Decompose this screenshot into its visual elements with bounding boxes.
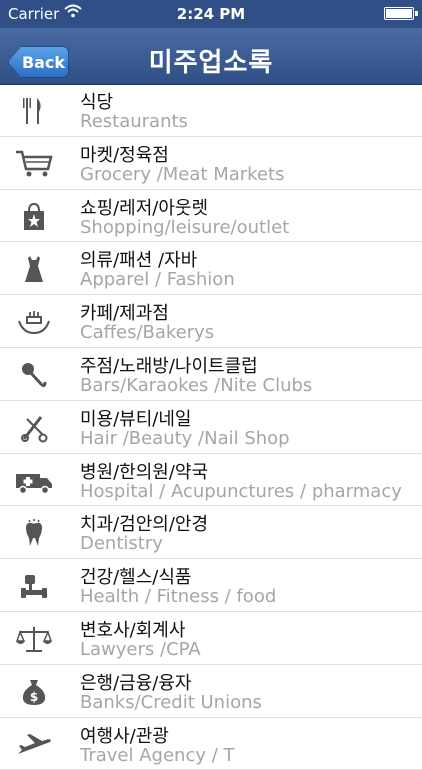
- tooth-icon: [14, 516, 54, 550]
- page-title: 미주업소록: [148, 48, 274, 78]
- list-item-grocery[interactable]: 마켓/정육점 Grocery /Meat Markets: [0, 137, 422, 190]
- list-item-beauty[interactable]: 미용/뷰티/네일 Hair /Beauty /Nail Shop: [0, 401, 422, 454]
- category-subtitle: Banks/Credit Unions: [80, 691, 262, 713]
- navigation-bar: Back 미주업소록: [0, 28, 422, 85]
- cake-hands-icon: [14, 305, 54, 339]
- battery-icon: [384, 7, 418, 20]
- list-item-travel[interactable]: 여행사/관광 Travel Agency / T: [0, 718, 422, 770]
- svg-text:$: $: [30, 690, 38, 704]
- category-subtitle: Travel Agency / T: [80, 744, 235, 766]
- category-subtitle: Dentistry: [80, 533, 163, 555]
- list-item-cafe[interactable]: 카페/제과점 Caffes/Bakerys: [0, 295, 422, 348]
- category-subtitle: Restaurants: [80, 111, 188, 132]
- dress-icon: [14, 252, 54, 286]
- list-item-bars[interactable]: 주점/노래방/나이트클럽 Bars/Karaokes /Nite Clubs: [0, 348, 422, 401]
- list-item-hospital[interactable]: 병원/한의원/약국 Hospital / Acupunctures / phar…: [0, 454, 422, 507]
- category-subtitle: Health / Fitness / food: [80, 586, 277, 608]
- list-item-dentistry[interactable]: 치과/검안의/안경 Dentistry: [0, 506, 422, 560]
- category-subtitle: Grocery /Meat Markets: [80, 163, 285, 185]
- shopping-bag-icon: [14, 200, 54, 234]
- dumbbell-icon: [14, 569, 54, 603]
- shopping-cart-icon: [14, 147, 54, 181]
- category-subtitle: Lawyers /CPA: [80, 638, 201, 660]
- category-subtitle: Hair /Beauty /Nail Shop: [80, 427, 290, 449]
- list-item-restaurants[interactable]: 식당 Restaurants: [0, 84, 422, 137]
- scales-icon: [14, 622, 54, 656]
- category-subtitle: Hospital / Acupunctures / pharmacy: [80, 480, 402, 502]
- list-item-banks[interactable]: $ 은행/금융/융자 Banks/Credit Unions: [0, 665, 422, 718]
- fork-knife-icon: [14, 94, 54, 128]
- category-subtitle: Shopping/leisure/outlet: [80, 216, 290, 238]
- microphone-icon: [14, 358, 54, 392]
- airplane-icon: [14, 728, 54, 762]
- list-item-apparel[interactable]: 의류/패션 /자바 Apparel / Fashion: [0, 242, 422, 296]
- list-item-shopping[interactable]: 쇼핑/레저/아웃렛 Shopping/leisure/outlet: [0, 190, 422, 243]
- category-subtitle: Apparel / Fashion: [80, 269, 235, 291]
- status-bar: Carrier 2:24 PM: [0, 0, 422, 28]
- status-time: 2:24 PM: [176, 5, 246, 23]
- category-subtitle: Bars/Karaokes /Nite Clubs: [80, 374, 313, 396]
- money-bag-icon: $: [14, 675, 54, 709]
- category-list: 식당 Restaurants 마켓/정육점 Grocery /Meat Mark…: [0, 84, 422, 770]
- category-subtitle: Caffes/Bakerys: [80, 322, 215, 344]
- list-item-health[interactable]: 건강/헬스/식품 Health / Fitness / food: [0, 559, 422, 612]
- list-item-lawyers[interactable]: 변호사/회계사 Lawyers /CPA: [0, 612, 422, 665]
- ambulance-icon: [14, 464, 54, 498]
- scissors-comb-icon: [14, 411, 54, 445]
